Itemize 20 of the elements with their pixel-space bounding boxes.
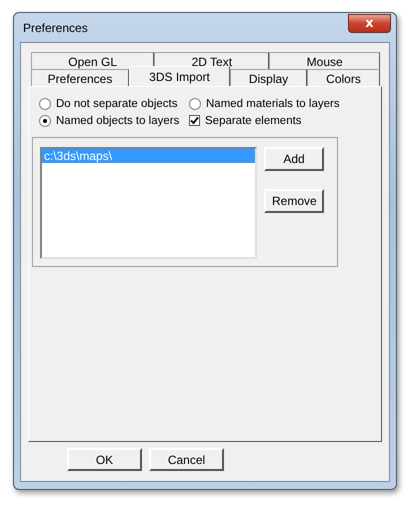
tab[interactable]: Preferences	[31, 69, 129, 86]
tab[interactable]: Open GL	[31, 52, 154, 69]
tab[interactable]: Mouse	[269, 52, 380, 69]
checkbox[interactable]	[189, 115, 200, 126]
option-label: Do not separate objects	[56, 98, 178, 110]
dialog-button[interactable]: OK	[67, 448, 142, 471]
dialog-button[interactable]: Add	[264, 147, 324, 171]
tab[interactable]: Colors	[307, 69, 380, 86]
close-button[interactable]: x	[348, 14, 391, 32]
radio-button[interactable]	[189, 98, 201, 110]
option-label: Separate elements	[205, 114, 302, 126]
option-label: Named materials to layers	[206, 98, 340, 110]
window-title: Preferences	[22, 20, 88, 34]
tab[interactable]: Display	[230, 69, 307, 86]
radio-button[interactable]	[39, 114, 51, 126]
radio-button[interactable]	[39, 98, 51, 110]
dialog-button[interactable]: Cancel	[149, 448, 224, 471]
dialog-button[interactable]: Remove	[264, 189, 324, 213]
tab[interactable]: 3DS Import	[129, 66, 230, 86]
option-label: Named objects to layers	[56, 114, 180, 126]
